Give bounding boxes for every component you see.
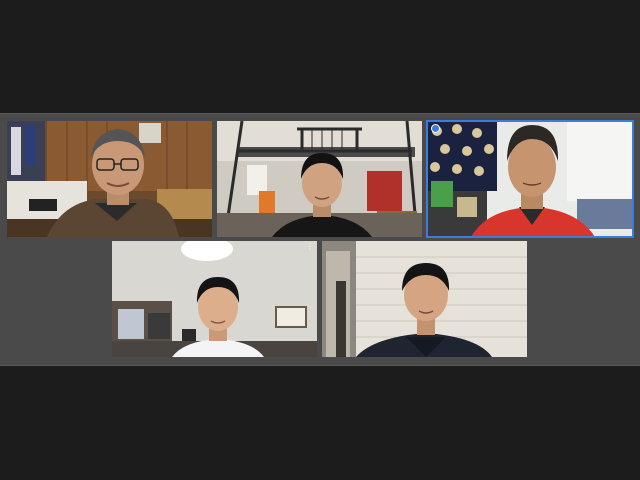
- participant-video: [112, 241, 317, 357]
- pin-icon[interactable]: [431, 124, 440, 133]
- participant-video: [217, 121, 422, 237]
- participant-video: [322, 241, 527, 357]
- more-options-icon[interactable]: ⋮: [306, 243, 314, 251]
- participant-video-tile[interactable]: [7, 121, 212, 237]
- participant-video-tile[interactable]: ⋮: [112, 241, 317, 357]
- participant-video-tile[interactable]: [217, 121, 422, 237]
- participant-video-tile[interactable]: [322, 241, 527, 357]
- participant-video: [427, 121, 633, 237]
- participant-video: [7, 121, 212, 237]
- participant-video-tile-active[interactable]: [426, 120, 634, 238]
- gallery-view: ⋮: [0, 113, 640, 366]
